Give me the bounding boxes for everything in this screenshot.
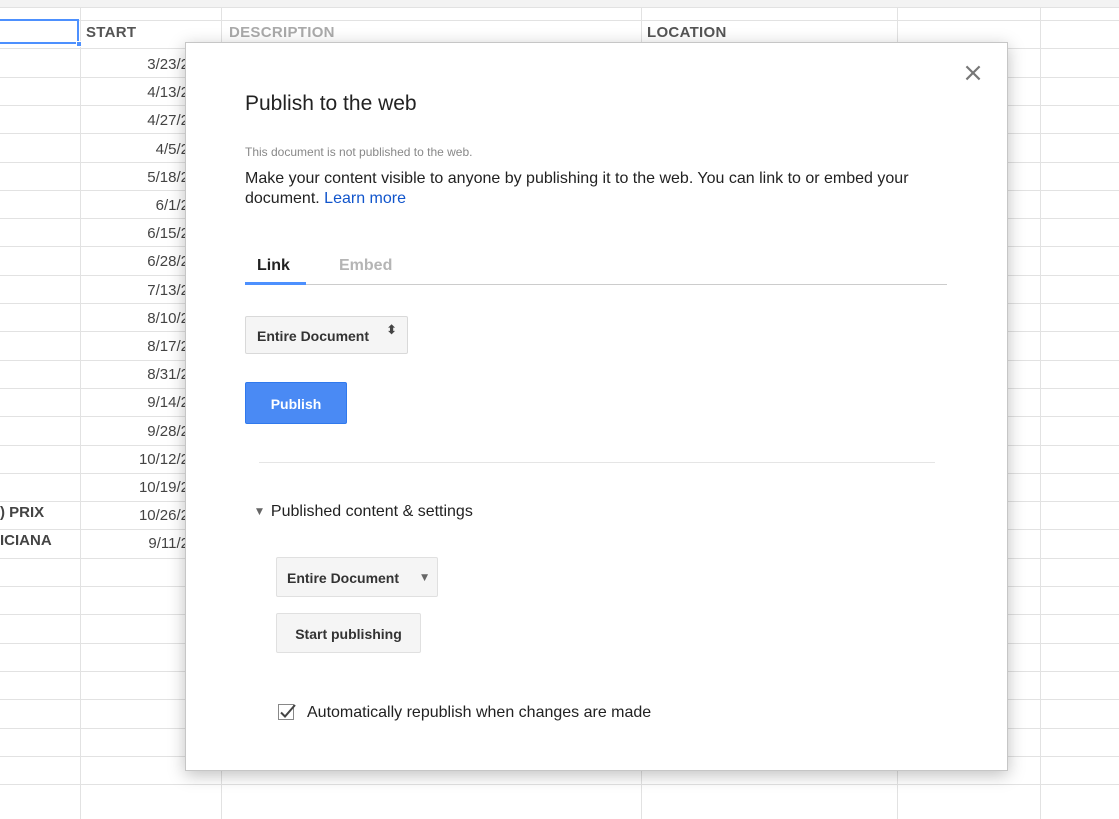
triangle-down-icon: ▼	[256, 507, 263, 517]
start-date-cell[interactable]: 8/10/2	[80, 304, 190, 332]
tab-embed-label: Embed	[339, 257, 393, 274]
close-icon[interactable]: ×	[961, 60, 985, 86]
start-date-cell[interactable]: 8/31/2	[80, 360, 190, 388]
up-down-arrows-icon: ⬍	[386, 323, 397, 338]
start-date-cell[interactable]: 10/19/2	[80, 473, 190, 501]
start-date-cell[interactable]: 9/11/2	[80, 529, 190, 557]
start-date-cell[interactable]: 5/18/2	[80, 163, 190, 191]
published-settings-toggle[interactable]: ▼ Published content & settings	[256, 503, 473, 521]
grid-line	[0, 784, 1119, 786]
start-date-cell[interactable]: 6/1/2	[80, 191, 190, 219]
start-date-cell[interactable]: 8/17/2	[80, 332, 190, 360]
event-name-cell[interactable]: ) PRIX	[0, 498, 80, 526]
dialog-title: Publish to the web	[245, 92, 417, 115]
grid-line	[1040, 8, 1041, 819]
publish-status-note: This document is not published to the we…	[245, 145, 473, 159]
start-date-cell[interactable]: 9/14/2	[80, 388, 190, 416]
start-date-cell[interactable]: 4/27/2	[80, 106, 190, 134]
content-scope-label: Entire Document	[287, 570, 400, 586]
start-date-cell[interactable]: 4/13/2	[80, 78, 190, 106]
auto-republish-checkbox[interactable]	[277, 703, 297, 723]
fill-handle[interactable]	[76, 41, 82, 47]
start-date-cell[interactable]: 10/26/2	[80, 501, 190, 529]
start-date-cell[interactable]: 10/12/2	[80, 445, 190, 473]
tab-link-label: Link	[257, 257, 290, 274]
tab-link[interactable]: Link	[257, 257, 290, 285]
column-header-strip	[0, 0, 1119, 8]
divider	[259, 462, 935, 463]
tab-embed[interactable]: Embed	[339, 257, 392, 285]
publish-dialog: × Publish to the web This document is no…	[185, 42, 1008, 771]
start-date-cell[interactable]: 9/28/2	[80, 417, 190, 445]
start-date-cell[interactable]: 4/5/2	[80, 135, 190, 163]
learn-more-link[interactable]: Learn more	[324, 190, 406, 207]
publish-tabs: Link Embed	[245, 253, 947, 285]
content-scope-dropdown[interactable]: Entire Document ▼	[276, 557, 438, 597]
publish-button[interactable]: Publish	[245, 382, 347, 424]
start-publishing-button[interactable]: Start publishing	[276, 613, 421, 653]
start-date-cell[interactable]: 6/15/2	[80, 219, 190, 247]
dialog-description: Make your content visible to anyone by p…	[245, 169, 945, 209]
grid-line	[0, 20, 1119, 21]
chevron-down-icon: ▼	[421, 573, 428, 583]
publish-scope-label: Entire Document	[257, 328, 370, 344]
active-tab-indicator	[245, 282, 306, 285]
selected-cell[interactable]	[0, 19, 79, 44]
start-date-cell[interactable]: 6/28/2	[80, 247, 190, 275]
auto-republish-label: Automatically republish when changes are…	[307, 704, 652, 721]
published-settings-label: Published content & settings	[270, 503, 473, 520]
start-date-cell[interactable]: 3/23/2	[80, 50, 190, 78]
event-name-cell[interactable]: ICIANA	[0, 526, 80, 554]
publish-scope-select[interactable]: Entire Document ⬍	[245, 316, 408, 354]
start-date-cell[interactable]: 7/13/2	[80, 276, 190, 304]
column-header-start[interactable]: START	[86, 24, 136, 48]
